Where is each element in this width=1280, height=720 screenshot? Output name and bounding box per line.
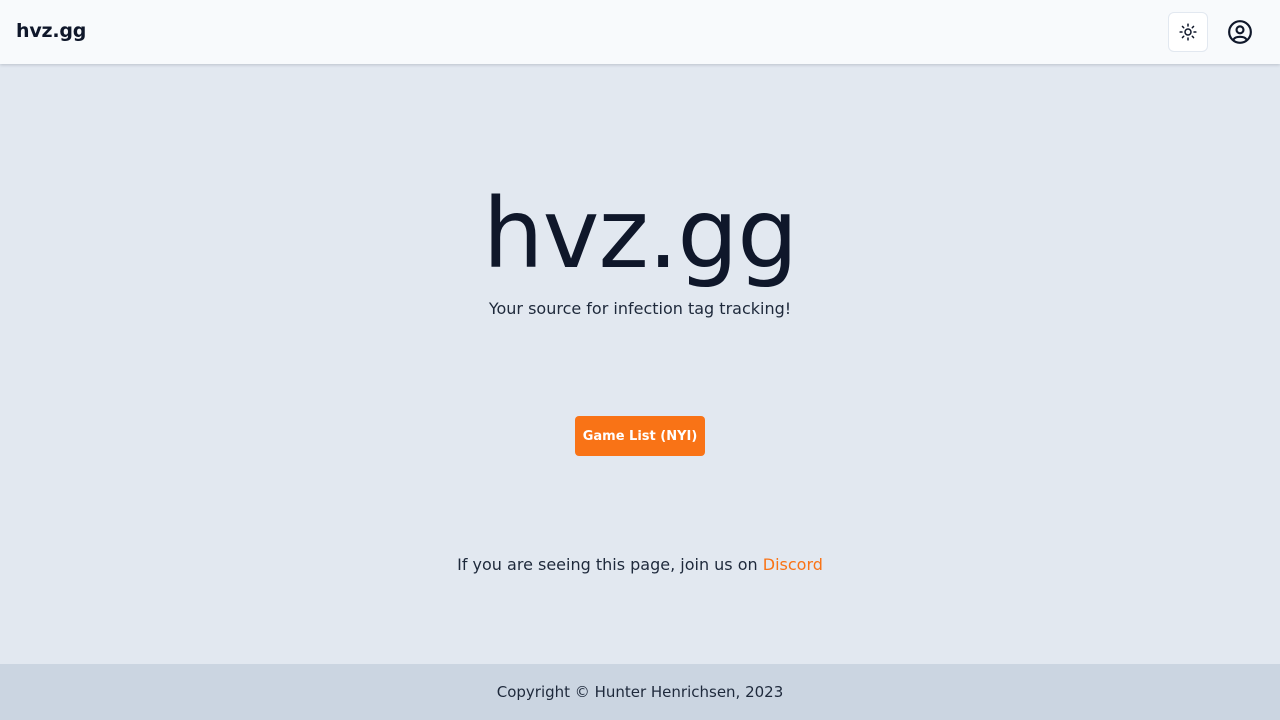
discord-invite-text: If you are seeing this page, join us on — [457, 555, 763, 574]
footer: Copyright © Hunter Henrichsen, 2023 — [0, 664, 1280, 720]
discord-link[interactable]: Discord — [763, 555, 823, 574]
user-circle-icon — [1227, 19, 1253, 45]
copyright-text: Copyright © Hunter Henrichsen, 2023 — [496, 683, 784, 701]
brand-link[interactable]: hvz.gg — [16, 20, 86, 42]
hero-title: hvz.gg — [482, 178, 798, 290]
game-list-button[interactable]: Game List (NYI) — [575, 416, 705, 456]
top-navbar: hvz.gg — [0, 0, 1280, 64]
discord-invite: If you are seeing this page, join us on … — [0, 554, 1280, 576]
hero-subtitle: Your source for infection tag tracking! — [488, 299, 792, 318]
account-button[interactable] — [1224, 16, 1256, 48]
sun-icon — [1179, 23, 1197, 41]
theme-toggle-button[interactable] — [1168, 12, 1208, 52]
